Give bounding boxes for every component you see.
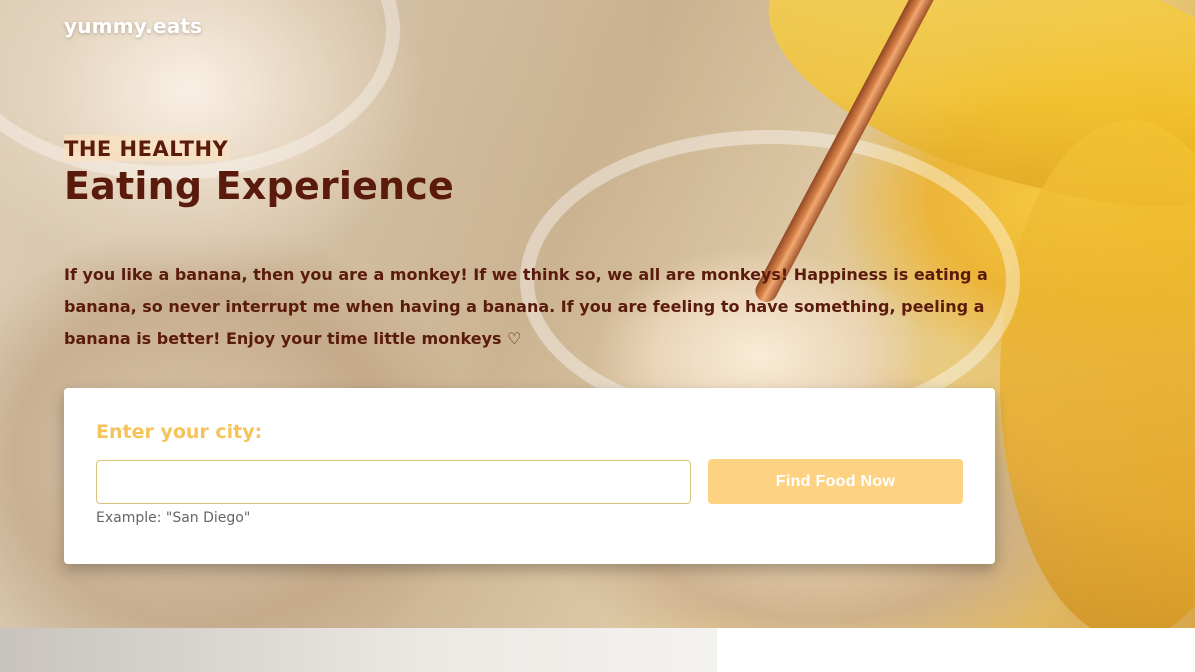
next-section-panel — [717, 628, 1195, 672]
city-input-label: Enter your city: — [96, 421, 263, 443]
city-search-card: Enter your city: Example: "San Diego" Fi… — [64, 388, 995, 564]
hero-intro-text: If you like a banana, then you are a mon… — [64, 265, 988, 348]
hero-headline: Eating Experience — [64, 164, 455, 208]
find-food-button[interactable]: Find Food Now — [708, 459, 963, 504]
next-section-image — [0, 628, 717, 672]
hero-kicker: THE HEALTHY — [64, 135, 231, 161]
city-input-hint: Example: "San Diego" — [96, 510, 251, 526]
city-input[interactable] — [96, 460, 691, 504]
site-logo[interactable]: yummy.eats — [64, 14, 202, 38]
